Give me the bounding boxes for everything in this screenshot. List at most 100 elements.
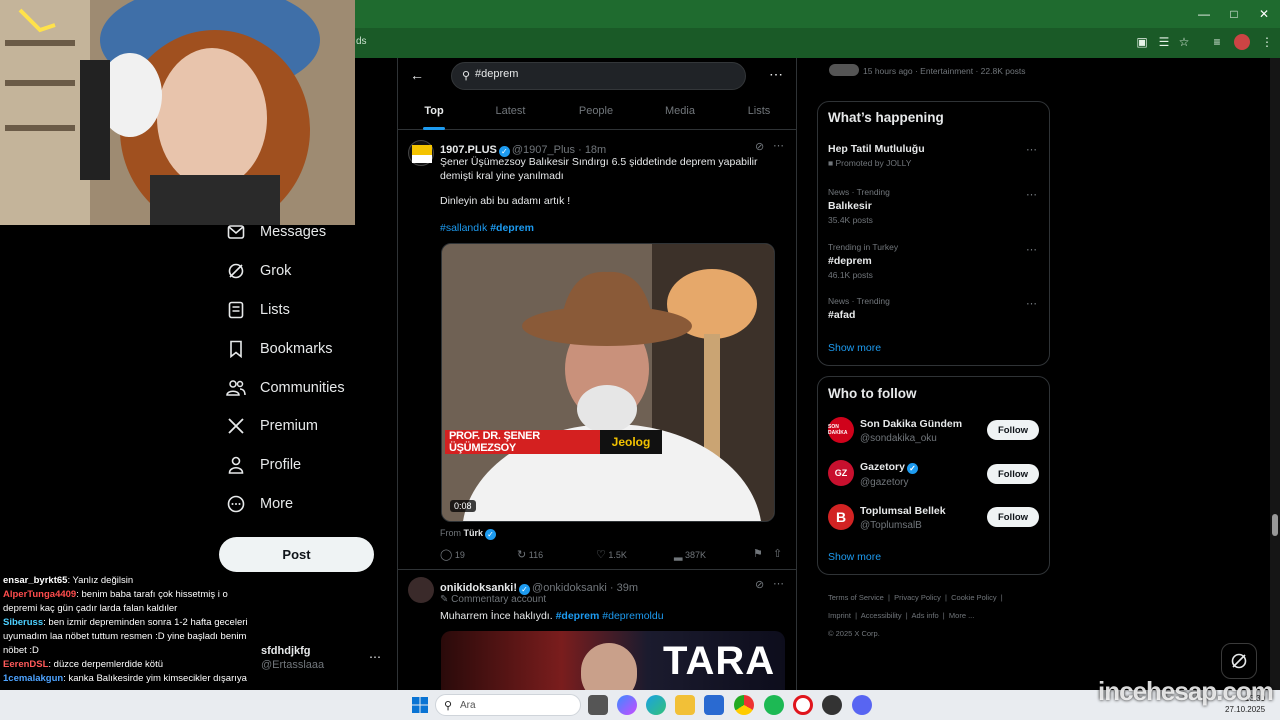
- hashtag-link[interactable]: #deprem: [556, 610, 600, 622]
- tweet-author-name[interactable]: onikidoksanki!: [440, 582, 517, 594]
- avatar[interactable]: SON DAKİKA: [828, 417, 854, 443]
- translate-icon[interactable]: ☰: [1156, 34, 1172, 50]
- avatar[interactable]: B: [828, 504, 854, 530]
- account-switcher[interactable]: sfdhdjkfg @Ertasslaaa: [261, 645, 324, 671]
- nav-grok[interactable]: Grok: [226, 257, 291, 285]
- star-icon[interactable]: ☆: [1176, 34, 1192, 50]
- minimize-icon[interactable]: —: [1196, 6, 1212, 22]
- trend-item[interactable]: Hep Tatil Mutluluğu ■ Promoted by JOLLY: [828, 143, 925, 168]
- nav-bookmarks[interactable]: Bookmarks: [226, 335, 333, 363]
- nav-profile[interactable]: Profile: [226, 451, 301, 479]
- show-more-link[interactable]: Show more: [828, 551, 881, 563]
- footer-link[interactable]: Ads info: [912, 611, 939, 620]
- chrome-icon[interactable]: [734, 695, 754, 715]
- divider: [398, 569, 796, 570]
- nav-more[interactable]: More: [226, 490, 293, 518]
- reply-action[interactable]: ◯ 19: [440, 548, 465, 561]
- hashtag-link[interactable]: #sallandık: [440, 222, 487, 234]
- footer-link[interactable]: Cookie Policy: [951, 593, 996, 602]
- trend-meta: News · Trending: [828, 187, 890, 197]
- footer-link[interactable]: Privacy Policy: [894, 593, 941, 602]
- bookmark-icon[interactable]: ⚑: [753, 547, 763, 560]
- back-arrow-icon[interactable]: ←: [410, 67, 424, 83]
- avatar[interactable]: [408, 577, 434, 603]
- grok-button[interactable]: [1221, 643, 1257, 679]
- tab-lists[interactable]: Lists: [741, 96, 777, 130]
- spotify-icon[interactable]: [764, 695, 784, 715]
- post-button[interactable]: Post: [219, 537, 374, 572]
- follow-button[interactable]: Follow: [987, 420, 1039, 440]
- footer-link[interactable]: Accessibility: [861, 611, 902, 620]
- browser-menu-icon[interactable]: ⋮: [1259, 34, 1275, 50]
- trend-item[interactable]: News · Trending Balıkesir 35.4K posts: [828, 187, 890, 225]
- maximize-icon[interactable]: □: [1226, 6, 1242, 22]
- trend-top-meta[interactable]: 15 hours ago · Entertainment · 22.8K pos…: [829, 64, 1026, 76]
- tab-latest[interactable]: Latest: [488, 96, 533, 130]
- cast-icon[interactable]: ▣: [1134, 34, 1150, 50]
- more-horizontal-icon[interactable]: ⋯: [773, 139, 784, 152]
- trend-item[interactable]: Trending in Turkey #deprem 46.1K posts: [828, 242, 898, 280]
- steam-icon[interactable]: [822, 695, 842, 715]
- hashtag-link[interactable]: #depremoldu: [602, 610, 663, 622]
- source-link[interactable]: Türk: [464, 528, 484, 538]
- profile-avatar[interactable]: [1234, 34, 1250, 50]
- avatar[interactable]: [408, 140, 434, 166]
- more-horizontal-icon[interactable]: ⋯: [1026, 297, 1037, 310]
- tweet-author-handle[interactable]: @onkidoksanki: [532, 582, 607, 594]
- close-icon[interactable]: ✕: [1256, 6, 1272, 22]
- edge-icon[interactable]: [646, 695, 666, 715]
- opera-icon[interactable]: [793, 695, 813, 715]
- task-view-icon[interactable]: [588, 695, 608, 715]
- footer-link[interactable]: Terms of Service: [828, 593, 884, 602]
- address-bar[interactable]: ds: [356, 36, 367, 47]
- scroll-thumb[interactable]: [1272, 514, 1278, 536]
- nav-communities[interactable]: Communities: [226, 374, 345, 402]
- show-more-link[interactable]: Show more: [828, 342, 881, 354]
- like-action[interactable]: ♡ 1.5K: [596, 548, 627, 561]
- trend-sub: 46.1K posts: [828, 270, 873, 280]
- more-horizontal-icon[interactable]: ⋯: [769, 66, 783, 83]
- footer-link[interactable]: Imprint: [828, 611, 851, 620]
- tab-people[interactable]: People: [570, 96, 622, 130]
- follow-suggestion[interactable]: Gazetory ✓ @gazetory: [860, 461, 920, 488]
- search-input[interactable]: [475, 68, 725, 80]
- footer-link[interactable]: More ...: [949, 611, 974, 620]
- tweet-time[interactable]: 39m: [617, 582, 638, 594]
- store-icon[interactable]: [704, 695, 724, 715]
- windows-start-icon[interactable]: [410, 695, 430, 715]
- file-explorer-icon[interactable]: [675, 695, 695, 715]
- scrollbar[interactable]: [1270, 58, 1280, 690]
- reading-list-icon[interactable]: ≡: [1209, 34, 1225, 50]
- like-count: 1.5K: [608, 549, 627, 560]
- tab-top[interactable]: Top: [415, 96, 453, 130]
- tweet-video[interactable]: PROF. DR. ŞENER ÜŞÜMEZSOY Jeolog 0:08: [441, 243, 775, 522]
- copilot-icon[interactable]: [617, 695, 637, 715]
- nav-lists[interactable]: Lists: [226, 296, 290, 324]
- follow-button[interactable]: Follow: [987, 464, 1039, 484]
- trend-item[interactable]: News · Trending #afad: [828, 296, 890, 321]
- more-horizontal-icon[interactable]: ⋯: [1026, 143, 1037, 156]
- grok-icon[interactable]: ⊘: [755, 578, 764, 591]
- follow-suggestion[interactable]: Son Dakika Gündem @sondakika_oku: [860, 418, 962, 444]
- discord-icon[interactable]: [852, 695, 872, 715]
- hashtag-link[interactable]: #deprem: [490, 222, 534, 234]
- more-horizontal-icon[interactable]: ⋯: [1026, 188, 1037, 201]
- follow-button[interactable]: Follow: [987, 507, 1039, 527]
- more-horizontal-icon[interactable]: ⋯: [369, 650, 381, 664]
- more-horizontal-icon[interactable]: ⋯: [773, 577, 784, 590]
- more-horizontal-icon[interactable]: ⋯: [1026, 243, 1037, 256]
- taskbar-search[interactable]: ⚲ Ara: [435, 694, 581, 716]
- search-box[interactable]: ⚲: [451, 62, 746, 90]
- nav-premium[interactable]: Premium: [226, 412, 318, 440]
- reply-icon: ◯: [440, 549, 453, 561]
- follow-suggestion[interactable]: Toplumsal Bellek @ToplumsalB: [860, 505, 946, 531]
- views-action[interactable]: ▂ 387K: [674, 548, 706, 561]
- tab-media[interactable]: Media: [656, 96, 704, 130]
- avatar[interactable]: GZ: [828, 460, 854, 486]
- repost-action[interactable]: ↻ 116: [517, 548, 543, 561]
- video-caption-name: PROF. DR. ŞENER ÜŞÜMEZSOY: [445, 430, 600, 454]
- share-icon[interactable]: ⇧: [773, 547, 782, 560]
- tweet-image[interactable]: TARA: [441, 631, 785, 690]
- grok-icon[interactable]: ⊘: [755, 140, 764, 153]
- person-icon: [226, 455, 246, 475]
